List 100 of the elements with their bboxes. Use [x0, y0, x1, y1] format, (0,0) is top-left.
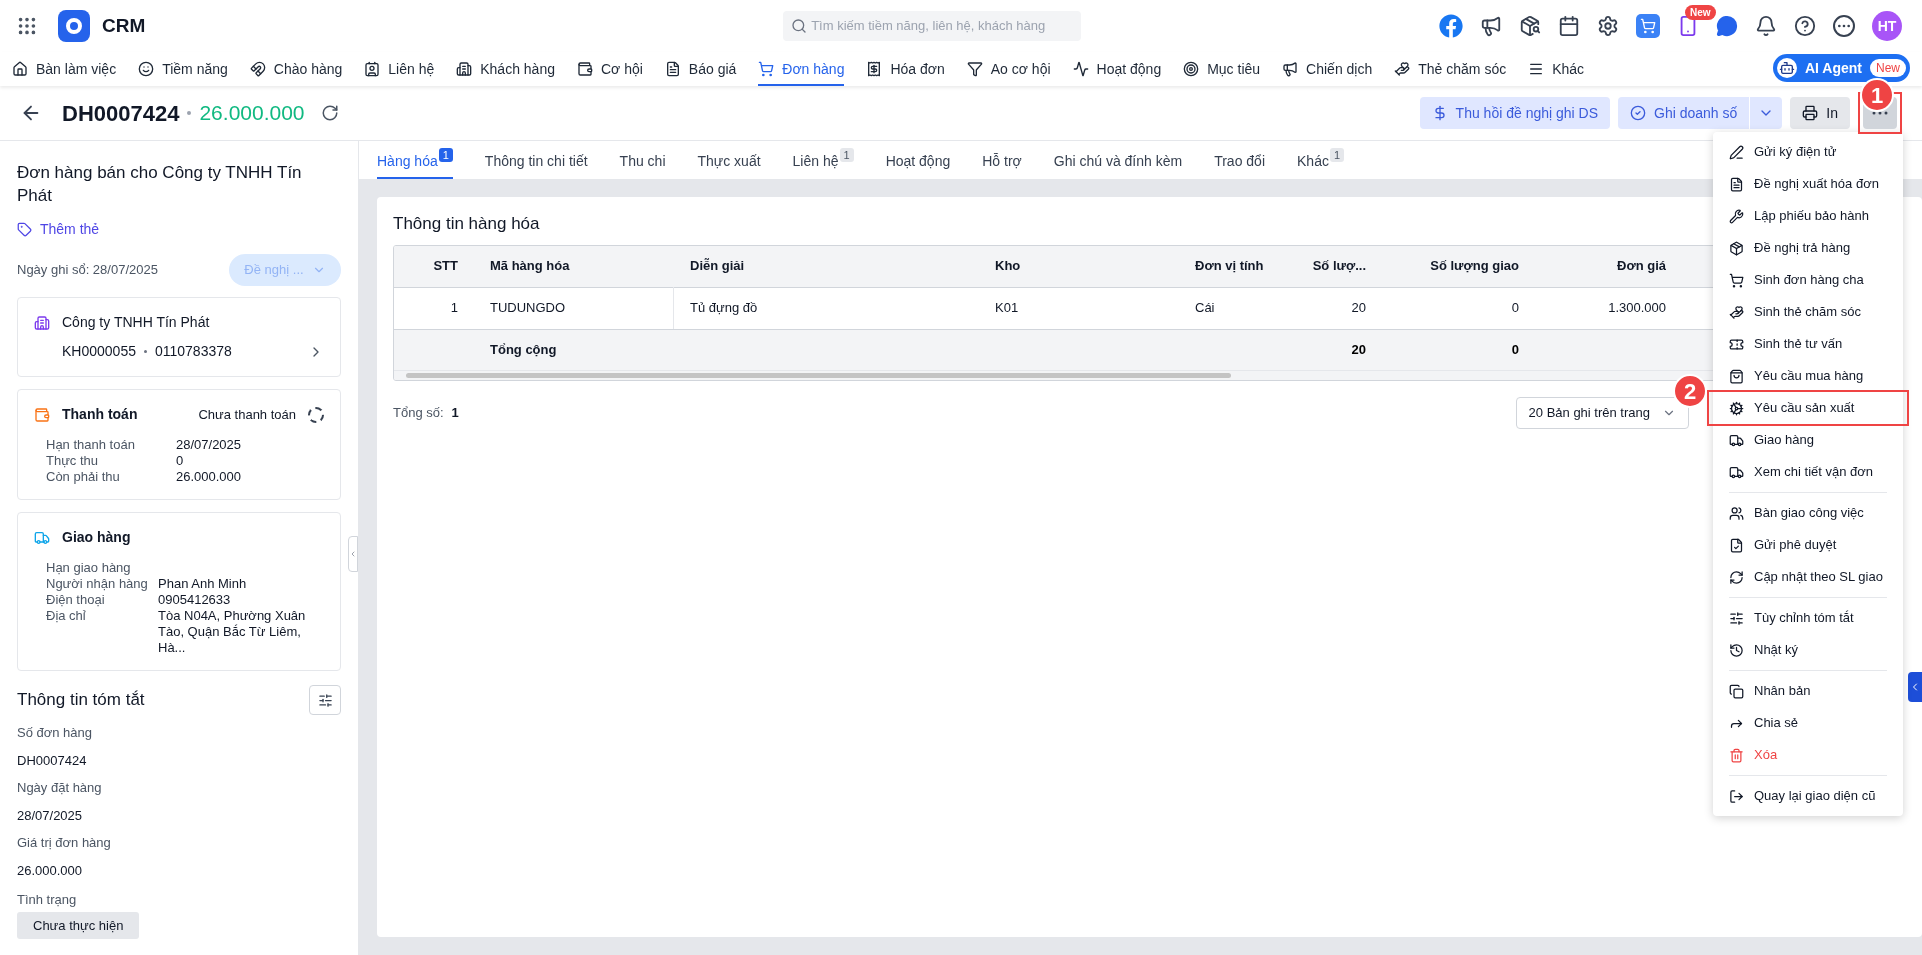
tax-code: 0110783378	[154, 342, 232, 361]
nav-tab[interactable]: Ao cơ hội	[966, 54, 1051, 86]
nav-tab[interactable]: Cơ hội	[576, 54, 643, 86]
collapse-handle[interactable]	[348, 536, 358, 572]
menu-item[interactable]: Giao hàng	[1713, 424, 1903, 456]
field-label: Hạn thanh toán	[46, 437, 136, 453]
menu-item[interactable]: Xem chi tiết vận đơn	[1713, 456, 1903, 488]
calendar-icon[interactable]	[1558, 15, 1580, 37]
nav-tab[interactable]: Liên hệ	[364, 54, 435, 86]
detail-tab[interactable]: Thông tin chi tiết	[484, 145, 588, 179]
user-avatar[interactable]: HT	[1872, 11, 1902, 41]
detail-tab[interactable]: Trao đổi	[1214, 145, 1265, 179]
menu-item[interactable]: Yêu cầu mua hàng	[1713, 360, 1903, 392]
nav-tab[interactable]: Hóa đơn	[866, 54, 945, 86]
document-icon	[664, 61, 681, 77]
ai-agent-button[interactable]: AI Agent New	[1772, 54, 1910, 82]
more-icon[interactable]	[1833, 15, 1855, 37]
field-label: Số đơn hàng	[17, 724, 94, 742]
settings-icon[interactable]	[1597, 15, 1619, 37]
customer-card[interactable]: Công ty TNHH Tín Phát KH0000055 0110783378	[17, 297, 341, 377]
new-badge: New	[1870, 59, 1906, 77]
nav-tab[interactable]: Chào hàng	[249, 54, 343, 86]
detail-tab[interactable]: Khác 1	[1297, 145, 1345, 179]
truck-icon	[34, 529, 50, 546]
detail-tab[interactable]: Hàng hóa 1	[377, 145, 453, 179]
nav-tab[interactable]: Thẻ chăm sóc	[1394, 54, 1507, 86]
detail-tab[interactable]: Thực xuất	[697, 145, 761, 179]
menu-item[interactable]: Quay lại giao diện cũ	[1713, 780, 1903, 812]
nav-tab[interactable]: Hoạt động	[1072, 54, 1162, 86]
help-icon[interactable]	[1794, 15, 1816, 37]
column-header: Mã hàng hóa	[489, 257, 571, 276]
menu-item[interactable]: Chia sẻ	[1713, 707, 1903, 739]
field-label: Địa chỉ	[46, 608, 87, 625]
menu-item[interactable]: Sinh đơn hàng cha	[1713, 264, 1903, 296]
building-icon	[34, 314, 50, 331]
detail-tab[interactable]: Thu chi	[619, 145, 666, 179]
menu-item[interactable]: Đề nghị xuất hóa đơn	[1713, 168, 1903, 200]
megaphone-icon[interactable]	[1480, 15, 1502, 37]
menu-item[interactable]: Cập nhật theo SL giao	[1713, 561, 1903, 593]
print-button[interactable]: In	[1790, 97, 1850, 129]
nav-tab[interactable]: Chiến dịch	[1282, 54, 1373, 86]
facebook-icon[interactable]	[1439, 14, 1463, 38]
smile-icon	[138, 61, 155, 77]
customize-button[interactable]	[309, 685, 341, 715]
add-tag-link[interactable]: Thêm thẻ	[17, 219, 341, 240]
menu-item-icon	[1729, 400, 1744, 416]
menu-item[interactable]: Nhân bản	[1713, 675, 1903, 707]
count-badge: 1	[839, 148, 854, 162]
refresh-icon[interactable]	[320, 104, 339, 122]
building-icon	[456, 61, 473, 77]
table-cell-text: 1.300.000	[1607, 299, 1667, 318]
menu-item[interactable]: Gửi phê duyệt	[1713, 529, 1903, 561]
table-cell-text: 20	[1350, 299, 1367, 318]
filter-icon	[966, 61, 983, 77]
field-value: 0905412633	[158, 592, 232, 608]
menu-item-icon	[1729, 788, 1744, 804]
menu-item[interactable]: Nhật ký	[1713, 634, 1903, 666]
menu-item[interactable]: Gửi ký điện tử	[1713, 136, 1903, 168]
menu-item[interactable]: Bàn giao công việc	[1713, 497, 1903, 529]
menu-icon	[1528, 61, 1545, 77]
nav-tab[interactable]: Khác	[1528, 54, 1585, 86]
nav-tab[interactable]: Bàn làm việc	[12, 54, 117, 86]
side-panel-handle[interactable]	[1908, 672, 1922, 702]
contact-icon	[364, 61, 381, 77]
nav-tab[interactable]: Tiềm năng	[138, 54, 228, 86]
count-badge: 1	[438, 148, 453, 162]
column-header: Đơn giá	[1616, 257, 1667, 276]
order-title: Đơn hàng bán cho Công ty TNHH Tín Phát	[17, 162, 303, 207]
menu-item-icon	[1729, 610, 1744, 626]
menu-item[interactable]: Xóa	[1713, 739, 1903, 771]
detail-tab[interactable]: Ghi chú và đính kèm	[1053, 145, 1183, 179]
menu-item[interactable]: Sinh thẻ tư vấn	[1713, 328, 1903, 360]
field-value: 28/07/2025	[17, 806, 84, 825]
package-search-icon[interactable]	[1519, 15, 1541, 37]
menu-item[interactable]: Lập phiếu bảo hành	[1713, 200, 1903, 232]
horizontal-scrollbar[interactable]	[406, 372, 1231, 378]
field-value: DH0007424	[17, 751, 88, 770]
menu-item[interactable]: Tùy chỉnh tóm tắt	[1713, 602, 1903, 634]
chat-icon[interactable]	[1716, 15, 1738, 37]
nav-tab[interactable]: Báo giá	[664, 54, 737, 86]
menu-item[interactable]: Yêu cầu sản xuất	[1709, 392, 1907, 424]
menu-item-icon	[1729, 368, 1744, 384]
nav-tab[interactable]: Khách hàng	[456, 54, 555, 86]
notification-icon[interactable]	[1755, 15, 1777, 37]
column-header: STT	[432, 257, 459, 276]
cart-icon[interactable]	[1636, 14, 1660, 38]
field-value: 28/07/2025	[176, 437, 243, 453]
field-label: Thực thu	[46, 453, 100, 469]
detail-tab[interactable]: Liên hệ 1	[792, 145, 854, 179]
apps-grid-icon[interactable]	[16, 15, 38, 37]
search-field[interactable]: Tìm kiếm tiềm năng, liên hệ, khách hàng	[783, 11, 1082, 41]
menu-item-icon	[1729, 537, 1744, 553]
detail-tab[interactable]: Hỗ trợ	[982, 145, 1022, 179]
nav-tab[interactable]: Mục tiêu	[1183, 54, 1261, 86]
menu-item[interactable]: Sinh thẻ chăm sóc	[1713, 296, 1903, 328]
detail-tab[interactable]: Hoạt động	[885, 145, 951, 179]
summary-title: Thông tin tóm tắt	[17, 689, 145, 712]
revoke-button[interactable]: Thu hồi đề nghị ghi DS	[1419, 97, 1610, 129]
menu-item-icon	[1729, 240, 1744, 256]
menu-item[interactable]: Đề nghị trả hàng	[1713, 232, 1903, 264]
